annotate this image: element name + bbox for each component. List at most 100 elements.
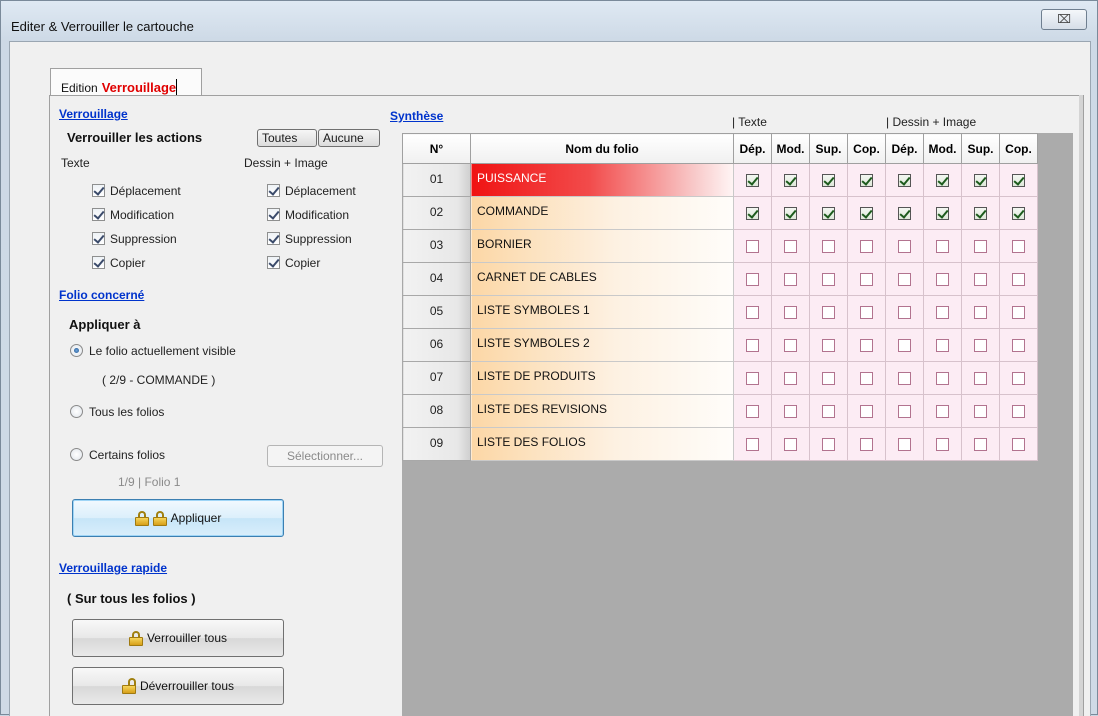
folio-number-cell[interactable]: 09 [402, 427, 471, 461]
checked-checkbox[interactable] [860, 207, 873, 221]
unchecked-checkbox[interactable] [746, 438, 759, 452]
text-copy-checkbox[interactable]: Copier [92, 256, 145, 270]
all-folios-radio[interactable]: Tous les folios [70, 405, 164, 419]
checked-checkbox[interactable] [1012, 174, 1025, 188]
unchecked-checkbox[interactable] [936, 339, 949, 353]
unchecked-checkbox[interactable] [1012, 405, 1025, 419]
unchecked-checkbox[interactable] [860, 372, 873, 386]
tab-edition[interactable]: Edition [61, 81, 98, 95]
folio-number-cell[interactable]: 08 [402, 394, 471, 428]
folio-section-link[interactable]: Folio concerné [59, 288, 144, 302]
tab-verrouillage[interactable]: Verrouillage [102, 80, 176, 95]
unchecked-checkbox[interactable] [1012, 240, 1025, 254]
folio-number-cell[interactable]: 07 [402, 361, 471, 395]
folio-name-cell[interactable]: LISTE SYMBOLES 2 [470, 328, 734, 362]
unchecked-checkbox[interactable] [974, 405, 987, 419]
unchecked-checkbox[interactable] [784, 339, 797, 353]
table-row[interactable]: 03 BORNIER [402, 229, 1038, 263]
checked-checkbox[interactable] [1012, 207, 1025, 221]
unchecked-checkbox[interactable] [936, 372, 949, 386]
unchecked-checkbox[interactable] [974, 306, 987, 320]
unchecked-checkbox[interactable] [860, 405, 873, 419]
table-row[interactable]: 02 COMMANDE [402, 196, 1038, 230]
unchecked-checkbox[interactable] [784, 240, 797, 254]
folio-number-cell[interactable]: 04 [402, 262, 471, 296]
text-delete-checkbox[interactable]: Suppression [92, 232, 177, 246]
unchecked-checkbox[interactable] [746, 405, 759, 419]
folio-number-cell[interactable]: 03 [402, 229, 471, 263]
unchecked-checkbox[interactable] [974, 273, 987, 287]
table-row[interactable]: 01 PUISSANCE [402, 163, 1038, 197]
folio-name-cell[interactable]: LISTE SYMBOLES 1 [470, 295, 734, 329]
drawing-delete-checkbox[interactable]: Suppression [267, 232, 352, 246]
checked-checkbox[interactable] [974, 174, 987, 188]
unchecked-checkbox[interactable] [898, 306, 911, 320]
unchecked-checkbox[interactable] [784, 405, 797, 419]
unchecked-checkbox[interactable] [822, 339, 835, 353]
unchecked-checkbox[interactable] [974, 339, 987, 353]
close-button[interactable]: ⌧ [1041, 9, 1087, 30]
unchecked-checkbox[interactable] [898, 405, 911, 419]
table-row[interactable]: 07 LISTE DE PRODUITS [402, 361, 1038, 395]
folio-name-cell[interactable]: BORNIER [470, 229, 734, 263]
checked-checkbox[interactable] [936, 174, 949, 188]
unchecked-checkbox[interactable] [898, 273, 911, 287]
checked-checkbox[interactable] [822, 174, 835, 188]
unchecked-checkbox[interactable] [822, 372, 835, 386]
unchecked-checkbox[interactable] [746, 306, 759, 320]
unchecked-checkbox[interactable] [974, 372, 987, 386]
text-modify-checkbox[interactable]: Modification [92, 208, 174, 222]
folio-number-cell[interactable]: 01 [402, 163, 471, 197]
unchecked-checkbox[interactable] [1012, 438, 1025, 452]
unchecked-checkbox[interactable] [822, 306, 835, 320]
unchecked-checkbox[interactable] [784, 273, 797, 287]
folio-name-cell[interactable]: LISTE DES REVISIONS [470, 394, 734, 428]
unchecked-checkbox[interactable] [898, 339, 911, 353]
unchecked-checkbox[interactable] [784, 306, 797, 320]
lock-all-button[interactable]: Verrouiller tous [72, 619, 284, 657]
unchecked-checkbox[interactable] [1012, 372, 1025, 386]
checked-checkbox[interactable] [974, 207, 987, 221]
table-row[interactable]: 06 LISTE SYMBOLES 2 [402, 328, 1038, 362]
unchecked-checkbox[interactable] [784, 372, 797, 386]
unchecked-checkbox[interactable] [860, 273, 873, 287]
folio-name-cell[interactable]: LISTE DE PRODUITS [470, 361, 734, 395]
folio-number-cell[interactable]: 05 [402, 295, 471, 329]
checked-checkbox[interactable] [784, 207, 797, 221]
unchecked-checkbox[interactable] [936, 438, 949, 452]
unchecked-checkbox[interactable] [936, 240, 949, 254]
checked-checkbox[interactable] [822, 207, 835, 221]
some-folios-radio[interactable]: Certains folios [70, 448, 165, 462]
drawing-move-checkbox[interactable]: Déplacement [267, 184, 356, 198]
unchecked-checkbox[interactable] [860, 306, 873, 320]
unchecked-checkbox[interactable] [860, 438, 873, 452]
checked-checkbox[interactable] [746, 174, 759, 188]
select-folios-button[interactable]: Sélectionner... [267, 445, 383, 467]
unchecked-checkbox[interactable] [1012, 306, 1025, 320]
folio-name-cell[interactable]: LISTE DES FOLIOS [470, 427, 734, 461]
table-row[interactable]: 08 LISTE DES REVISIONS [402, 394, 1038, 428]
unchecked-checkbox[interactable] [746, 372, 759, 386]
unchecked-checkbox[interactable] [860, 339, 873, 353]
unchecked-checkbox[interactable] [898, 372, 911, 386]
folio-name-cell[interactable]: CARNET DE CABLES [470, 262, 734, 296]
unchecked-checkbox[interactable] [898, 438, 911, 452]
select-none-button[interactable]: Aucune [318, 129, 380, 147]
current-folio-radio[interactable]: Le folio actuellement visible [70, 344, 236, 358]
unchecked-checkbox[interactable] [784, 438, 797, 452]
folio-number-cell[interactable]: 02 [402, 196, 471, 230]
unchecked-checkbox[interactable] [746, 339, 759, 353]
unchecked-checkbox[interactable] [974, 438, 987, 452]
checked-checkbox[interactable] [860, 174, 873, 188]
checked-checkbox[interactable] [898, 174, 911, 188]
drawing-modify-checkbox[interactable]: Modification [267, 208, 349, 222]
unchecked-checkbox[interactable] [746, 273, 759, 287]
unlock-all-button[interactable]: Déverrouiller tous [72, 667, 284, 705]
quick-lock-section-link[interactable]: Verrouillage rapide [59, 561, 167, 575]
synthesis-section-link[interactable]: Synthèse [390, 109, 443, 123]
folio-name-cell[interactable]: PUISSANCE [470, 163, 734, 197]
unchecked-checkbox[interactable] [746, 240, 759, 254]
checked-checkbox[interactable] [936, 207, 949, 221]
table-row[interactable]: 09 LISTE DES FOLIOS [402, 427, 1038, 461]
unchecked-checkbox[interactable] [936, 306, 949, 320]
